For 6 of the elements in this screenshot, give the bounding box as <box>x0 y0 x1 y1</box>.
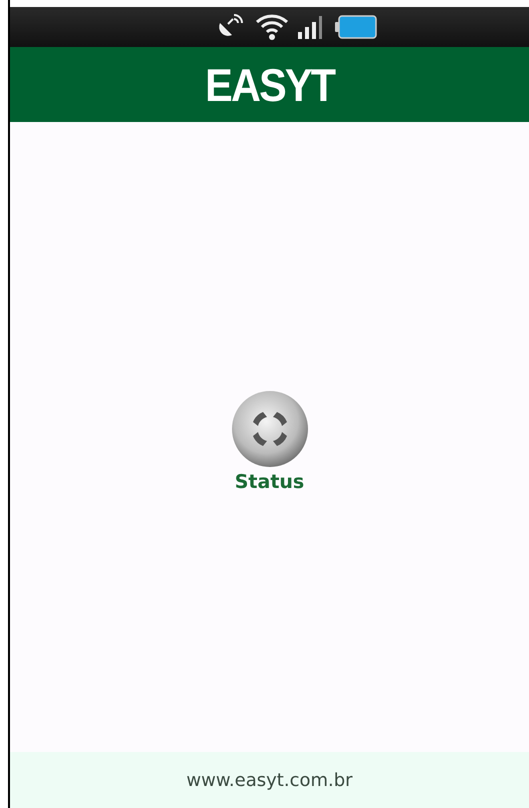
website-url: www.easyt.com.br <box>186 770 353 790</box>
status-menu-item[interactable]: Status <box>230 389 310 493</box>
logo: EASYT <box>204 58 334 112</box>
battery-icon <box>335 13 377 41</box>
status-icon <box>230 389 310 469</box>
wifi-icon <box>255 13 289 41</box>
